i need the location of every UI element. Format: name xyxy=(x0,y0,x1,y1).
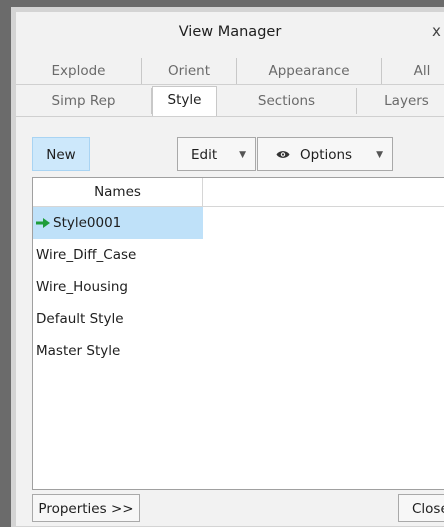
chevron-down-icon: ▼ xyxy=(376,150,383,160)
tab-sections[interactable]: Sections xyxy=(217,88,357,114)
tab-appearance[interactable]: Appearance xyxy=(237,58,382,84)
options-label: Options xyxy=(300,147,353,163)
view-manager-window: View Manager x Explode Orient Appearance… xyxy=(16,12,444,526)
tab-simp-rep[interactable]: Simp Rep xyxy=(16,88,152,114)
list-item[interactable]: Default Style xyxy=(33,303,203,335)
green-arrow-icon xyxy=(36,218,50,228)
tab-style[interactable]: Style xyxy=(152,86,217,116)
properties-button[interactable]: Properties >> xyxy=(32,494,140,522)
tab-strip-bottom-line xyxy=(16,116,444,117)
tab-explode[interactable]: Explode xyxy=(16,58,142,84)
close-icon[interactable]: x xyxy=(432,22,441,40)
tab-orient[interactable]: Orient xyxy=(142,58,237,84)
list-item[interactable]: Wire_Diff_Case xyxy=(33,239,203,271)
tab-row-top: Explode Orient Appearance All xyxy=(16,58,444,84)
tab-layers[interactable]: Layers xyxy=(357,88,444,114)
new-button[interactable]: New xyxy=(32,137,90,171)
list-item-label: Style0001 xyxy=(53,215,122,231)
window-title: View Manager xyxy=(178,24,282,40)
list-item[interactable]: Style0001 xyxy=(33,207,203,239)
tab-row-bottom: Simp Rep Style Sections Layers xyxy=(16,86,444,116)
edit-label: Edit xyxy=(191,147,218,163)
column-header-names[interactable]: Names xyxy=(33,178,203,206)
options-dropdown-button[interactable]: Options ▼ xyxy=(257,137,393,171)
eye-icon xyxy=(276,151,290,158)
tab-all[interactable]: All xyxy=(382,58,444,84)
list-item[interactable]: Master Style xyxy=(33,335,203,367)
chevron-down-icon: ▼ xyxy=(239,150,246,160)
list-item[interactable]: Wire_Housing xyxy=(33,271,203,303)
title-bar: View Manager x xyxy=(16,12,444,53)
edit-dropdown-button[interactable]: Edit ▼ xyxy=(177,137,256,171)
list-header: Names xyxy=(33,178,444,207)
tab-separator xyxy=(16,84,444,85)
close-button[interactable]: Close xyxy=(398,494,444,522)
style-list: Names Style0001 Wire_Diff_Case Wire_Hous… xyxy=(32,177,444,490)
